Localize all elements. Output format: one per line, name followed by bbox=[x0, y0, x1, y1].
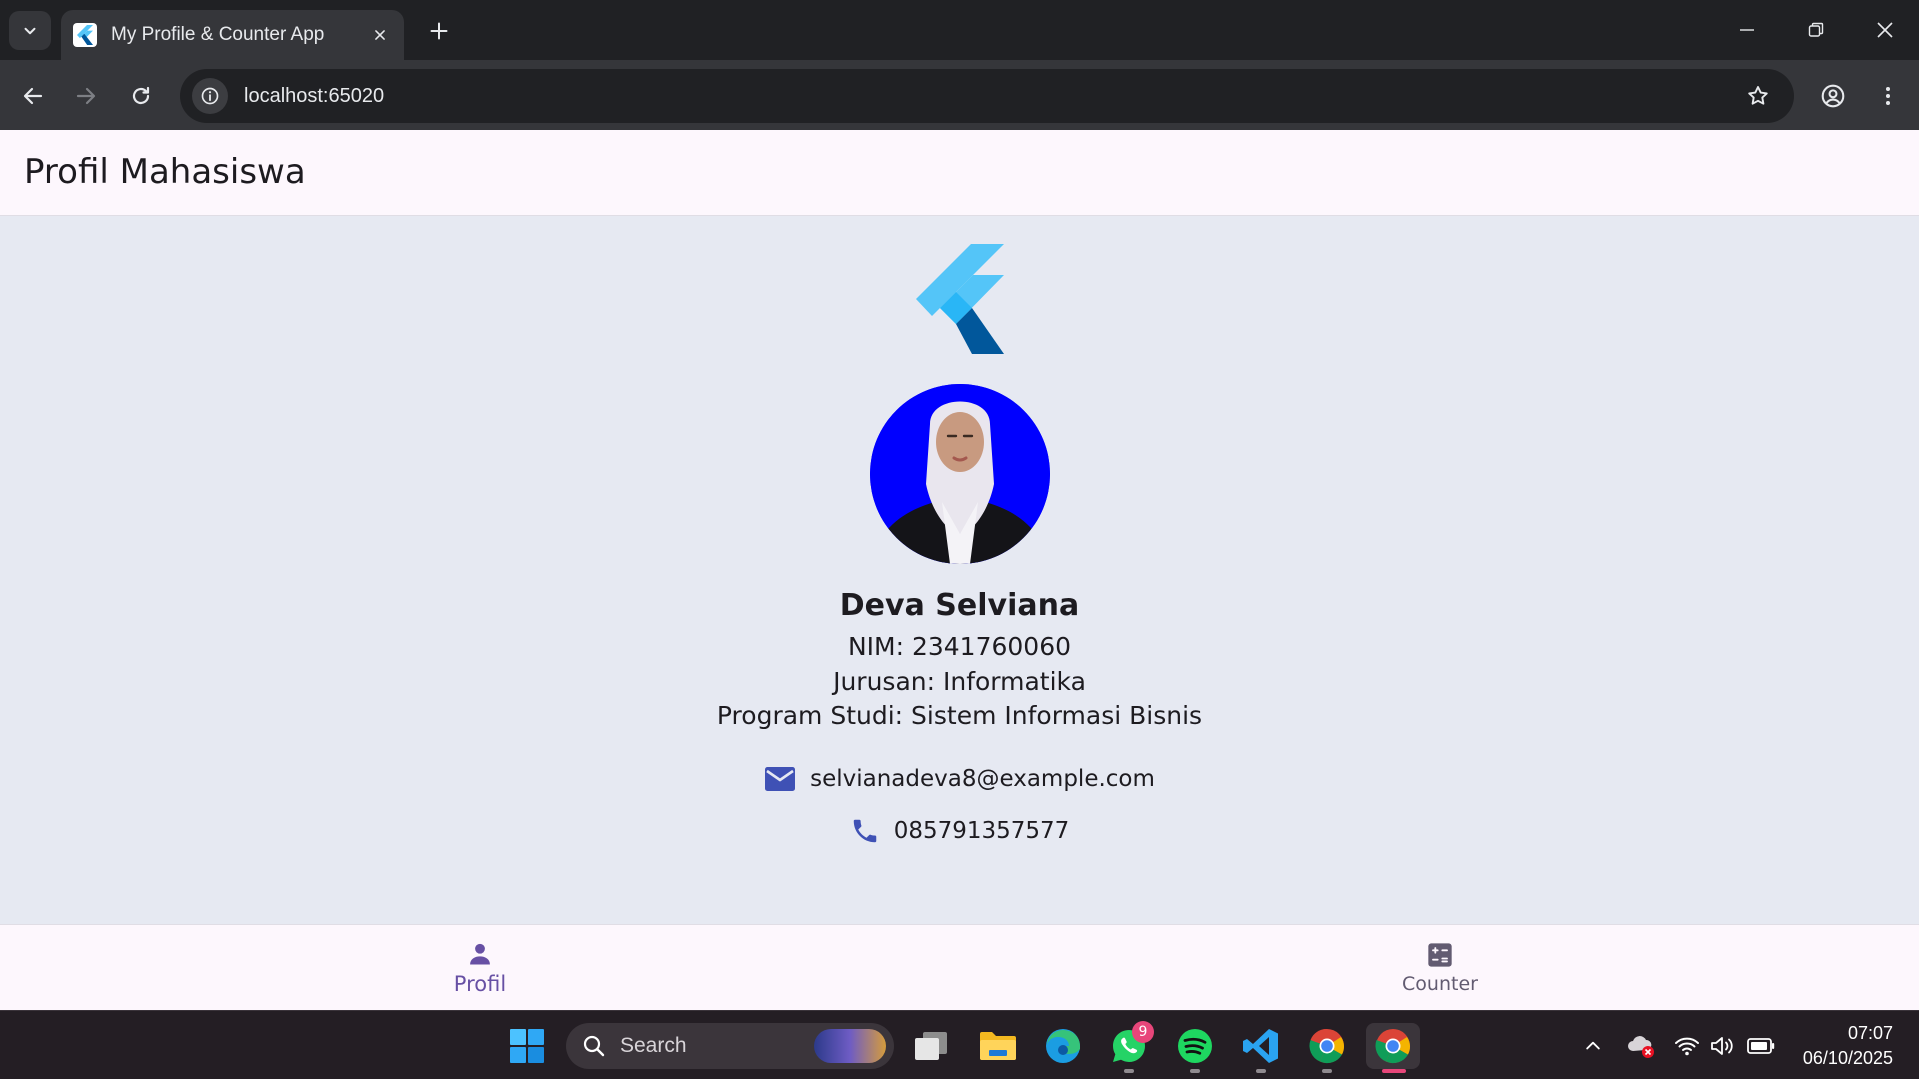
edge-icon bbox=[1046, 1029, 1080, 1063]
restore-icon bbox=[1808, 22, 1824, 37]
clock-time: 07:07 bbox=[1847, 1023, 1893, 1043]
page-title: Profil Mahasiswa bbox=[24, 152, 306, 192]
tab-search-button[interactable] bbox=[9, 11, 51, 50]
more-vertical-icon bbox=[1886, 87, 1890, 105]
chrome-running-indicator bbox=[1322, 1069, 1332, 1073]
arrow-left-icon bbox=[23, 87, 43, 105]
vscode-icon bbox=[1243, 1029, 1278, 1063]
site-info-icon[interactable] bbox=[192, 78, 228, 114]
whatsapp-badge: 9 bbox=[1132, 1021, 1154, 1043]
chrome-icon bbox=[1309, 1028, 1345, 1064]
profile-nim: NIM: 2341760060 bbox=[847, 632, 1072, 661]
calculate-icon bbox=[1428, 943, 1452, 967]
search-icon bbox=[583, 1035, 605, 1057]
tab-title: My Profile & Counter App bbox=[111, 24, 325, 45]
file-explorer-icon bbox=[980, 1032, 1016, 1060]
taskbar-clock[interactable]: 07:07 06/10/2025 bbox=[1803, 1021, 1893, 1071]
taskbar-search-box[interactable]: Search bbox=[566, 1023, 894, 1069]
browser-tab[interactable]: My Profile & Counter App bbox=[61, 10, 404, 60]
chrome-button[interactable] bbox=[1304, 1023, 1350, 1069]
file-explorer-button[interactable] bbox=[975, 1023, 1021, 1069]
edge-button[interactable] bbox=[1040, 1023, 1086, 1069]
spotify-icon bbox=[1178, 1029, 1212, 1063]
nav-item-profil[interactable]: Profil bbox=[380, 925, 580, 1011]
phone-row: 085791357577 bbox=[0, 816, 1919, 846]
windows-start-button[interactable] bbox=[504, 1023, 550, 1069]
new-tab-button[interactable] bbox=[422, 14, 456, 48]
bottom-navigation-bar: Profil Counter bbox=[0, 924, 1919, 1010]
close-window-button[interactable] bbox=[1862, 8, 1908, 52]
profile-jurusan: Jurusan: Informatika bbox=[833, 667, 1086, 696]
menu-button[interactable] bbox=[1868, 76, 1908, 116]
phone-text: 085791357577 bbox=[893, 818, 1070, 844]
close-tab-icon[interactable] bbox=[368, 23, 392, 47]
browser-toolbar: localhost:65020 bbox=[0, 60, 1919, 130]
email-icon bbox=[765, 767, 796, 791]
nav-item-counter[interactable]: Counter bbox=[1340, 925, 1540, 1011]
chrome-active-icon bbox=[1375, 1029, 1411, 1064]
arrow-right-icon bbox=[76, 87, 96, 105]
phone-icon bbox=[853, 819, 876, 843]
email-row: selvianadeva8@example.com bbox=[0, 766, 1919, 792]
reload-icon bbox=[132, 86, 150, 105]
volume-icon[interactable] bbox=[1708, 1031, 1738, 1061]
restore-button[interactable] bbox=[1793, 8, 1839, 52]
chevron-up-icon bbox=[1586, 1041, 1600, 1050]
clock-date: 06/10/2025 bbox=[1802, 1048, 1893, 1068]
windows-start-icon bbox=[510, 1029, 544, 1063]
flutter-logo-icon bbox=[916, 244, 1004, 354]
spotify-running-indicator bbox=[1190, 1069, 1200, 1073]
person-icon bbox=[470, 943, 490, 965]
flutter-favicon-icon bbox=[73, 23, 97, 47]
task-view-button[interactable] bbox=[908, 1023, 954, 1069]
avatar bbox=[870, 384, 1050, 564]
email-text: selvianadeva8@example.com bbox=[810, 766, 1155, 792]
minimize-icon bbox=[1740, 29, 1754, 31]
bookmark-star-icon[interactable] bbox=[1740, 78, 1776, 114]
address-bar[interactable]: localhost:65020 bbox=[180, 69, 1794, 123]
whatsapp-running-indicator bbox=[1124, 1069, 1134, 1073]
windows-taskbar: Search 9 07:07 06/10/2025 bbox=[0, 1010, 1919, 1079]
onedrive-error-icon[interactable] bbox=[1626, 1031, 1656, 1061]
task-view-icon bbox=[915, 1032, 947, 1060]
vscode-button[interactable] bbox=[1238, 1023, 1284, 1069]
spotify-button[interactable] bbox=[1172, 1023, 1218, 1069]
app-viewport: Profil Mahasiswa Deva Selviana NIM: 2341… bbox=[0, 130, 1919, 1010]
url-text[interactable]: localhost:65020 bbox=[244, 85, 1740, 108]
nav-label-counter: Counter bbox=[1402, 973, 1478, 995]
reload-button[interactable] bbox=[121, 76, 161, 116]
back-button[interactable] bbox=[13, 76, 53, 116]
plus-icon bbox=[430, 22, 448, 40]
app-bar: Profil Mahasiswa bbox=[0, 130, 1919, 216]
close-icon bbox=[1877, 22, 1893, 38]
profile-name: Deva Selviana bbox=[839, 588, 1080, 623]
forward-button[interactable] bbox=[66, 76, 106, 116]
minimize-button[interactable] bbox=[1724, 8, 1770, 52]
chrome-active-button[interactable] bbox=[1366, 1023, 1420, 1069]
show-hidden-icons-button[interactable] bbox=[1578, 1031, 1608, 1061]
whatsapp-button[interactable]: 9 bbox=[1106, 1021, 1154, 1069]
chrome-active-indicator bbox=[1382, 1069, 1406, 1073]
profile-button[interactable] bbox=[1813, 76, 1853, 116]
browser-tabstrip: My Profile & Counter App bbox=[0, 0, 1919, 60]
battery-icon[interactable] bbox=[1746, 1031, 1776, 1061]
wifi-icon[interactable] bbox=[1672, 1031, 1702, 1061]
account-circle-icon bbox=[1821, 84, 1845, 108]
profile-content: Deva Selviana NIM: 2341760060 Jurusan: I… bbox=[0, 216, 1919, 924]
nav-label-profil: Profil bbox=[453, 972, 507, 996]
profile-prodi: Program Studi: Sistem Informasi Bisnis bbox=[716, 701, 1203, 730]
search-placeholder: Search bbox=[620, 1034, 687, 1057]
search-highlight-icon bbox=[814, 1029, 886, 1063]
vscode-running-indicator bbox=[1256, 1069, 1266, 1073]
chevron-down-icon bbox=[24, 27, 36, 34]
